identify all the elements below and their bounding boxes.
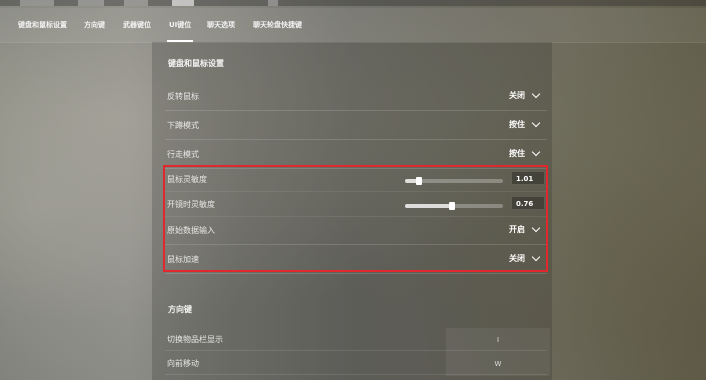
top-nav-stub xyxy=(20,0,54,6)
chevron-down-icon xyxy=(531,118,541,128)
section-title-keyboard-mouse: 键盘和鼠标设置 xyxy=(168,59,224,68)
section-title-movement-keys: 方向键 xyxy=(168,305,192,314)
top-nav-stub xyxy=(268,0,278,6)
setting-row-walk-mode: 行走模式 按住 xyxy=(165,140,547,169)
dropdown-value: 关闭 xyxy=(509,91,525,100)
chevron-down-icon xyxy=(531,223,541,233)
top-nav-stub xyxy=(78,0,104,6)
keybind-button[interactable]: W xyxy=(446,352,550,376)
sensitivity-slider[interactable] xyxy=(405,177,503,185)
slider-fill xyxy=(405,204,453,208)
slider-handle[interactable] xyxy=(449,202,456,210)
chevron-down-icon xyxy=(531,147,541,157)
top-nav-strip xyxy=(0,0,706,6)
setting-row-invert-mouse: 反转鼠标 关闭 xyxy=(165,82,547,111)
raw-input-dropdown[interactable]: 开启 xyxy=(509,223,541,235)
acceleration-dropdown[interactable]: 关闭 xyxy=(509,252,541,264)
crouch-mode-dropdown[interactable]: 按住 xyxy=(509,118,541,130)
tab-chat-wheel-hotkeys[interactable]: 聊天轮盘快捷键 xyxy=(253,8,302,42)
dropdown-value: 按住 xyxy=(509,149,525,158)
keybind-label: 向前移动 xyxy=(167,359,199,368)
tab-weapon-keys[interactable]: 武器键位 xyxy=(123,8,151,42)
top-nav-stub xyxy=(172,0,194,6)
tab-ui-keys[interactable]: UI键位 xyxy=(166,8,194,42)
setting-label: 行走模式 xyxy=(167,150,199,159)
dropdown-value: 关闭 xyxy=(509,254,525,263)
chevron-down-icon xyxy=(531,89,541,99)
dropdown-value: 开启 xyxy=(509,225,525,234)
walk-mode-dropdown[interactable]: 按住 xyxy=(509,147,541,159)
invert-mouse-dropdown[interactable]: 关闭 xyxy=(509,89,541,101)
tab-chat-options[interactable]: 聊天选项 xyxy=(207,8,235,42)
slider-handle[interactable] xyxy=(415,177,422,185)
setting-row-zoom-sensitivity: 开镜时灵敏度 0.76 xyxy=(165,192,547,217)
setting-label: 鼠标灵敏度 xyxy=(167,175,207,184)
dropdown-value: 按住 xyxy=(509,120,525,129)
setting-row-crouch-mode: 下蹲模式 按住 xyxy=(165,111,547,140)
setting-label: 反转鼠标 xyxy=(167,92,199,101)
zoom-sensitivity-slider[interactable] xyxy=(405,202,503,210)
setting-label: 开镜时灵敏度 xyxy=(167,200,215,209)
setting-label: 下蹲模式 xyxy=(167,121,199,130)
setting-row-sensitivity: 鼠标灵敏度 1.01 xyxy=(165,167,547,192)
setting-row-raw-input: 原始数据输入 开启 xyxy=(165,216,547,245)
keybind-row-move-forward: 向前移动 W xyxy=(165,350,550,376)
setting-label: 鼠标加速 xyxy=(167,255,199,264)
tab-keyboard-mouse[interactable]: 键盘和鼠标设置 xyxy=(18,8,67,42)
zoom-sensitivity-value-input[interactable]: 0.76 xyxy=(511,196,545,210)
chevron-down-icon xyxy=(531,252,541,262)
sensitivity-value-input[interactable]: 1.01 xyxy=(511,171,545,185)
setting-row-acceleration: 鼠标加速 关闭 xyxy=(165,245,547,274)
keybind-label: 切换物品栏显示 xyxy=(167,335,223,344)
settings-tab-bar: 键盘和鼠标设置 方向键 武器键位 UI键位 聊天选项 聊天轮盘快捷键 xyxy=(0,8,706,43)
setting-label: 原始数据输入 xyxy=(167,226,215,235)
tab-movement-keys[interactable]: 方向键 xyxy=(84,8,105,42)
keybind-row-toggle-inventory: 切换物品栏显示 I xyxy=(165,326,550,352)
keybind-button[interactable]: I xyxy=(446,328,550,352)
top-nav-stub xyxy=(124,0,148,6)
